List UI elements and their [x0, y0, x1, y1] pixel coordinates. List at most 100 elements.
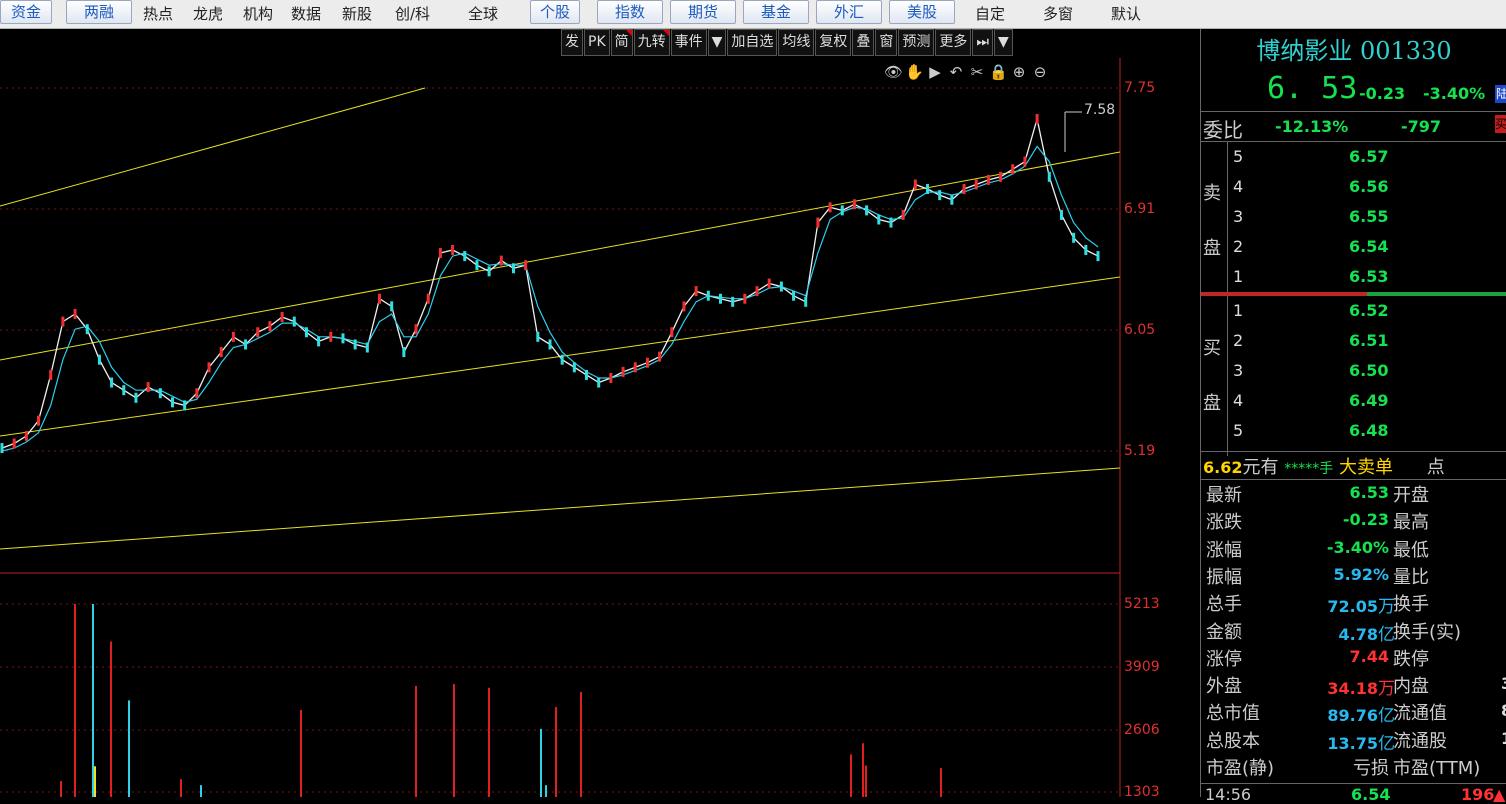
- nav-16[interactable]: 多窗: [1043, 3, 1073, 25]
- quote-label: 开盘: [1393, 485, 1429, 506]
- volume-bar: [850, 754, 852, 797]
- candle: [974, 179, 978, 190]
- nav-15[interactable]: 自定: [975, 3, 1005, 25]
- asks-row[interactable]: 5 6.57: [1201, 147, 1506, 177]
- sell-bar: [1201, 292, 1367, 296]
- quote-number: 6.53: [1349, 483, 1389, 502]
- nav-12[interactable]: 基金: [743, 0, 809, 24]
- quote-label: 金额: [1206, 621, 1242, 643]
- candle: [231, 331, 235, 342]
- toolbar-item-12[interactable]: 更多: [935, 29, 972, 56]
- volume-bar: [128, 700, 130, 797]
- nav-9[interactable]: 个股: [530, 0, 580, 24]
- candle: [792, 290, 796, 301]
- toolbar-item-3[interactable]: 九转: [633, 29, 670, 56]
- quote-value-right: 8: [1501, 701, 1506, 720]
- candle: [426, 293, 430, 304]
- high-price-tag: 7.58: [1084, 102, 1116, 118]
- candle: [1035, 113, 1039, 124]
- toolbar-item-14[interactable]: ▼: [994, 29, 1013, 56]
- candle: [1096, 251, 1100, 262]
- nav-8[interactable]: 全球: [468, 3, 498, 25]
- toolbar-item-13[interactable]: ⏭: [972, 29, 994, 56]
- volume-bar: [453, 684, 455, 797]
- quote-value-right: 3: [1501, 674, 1506, 693]
- candle: [365, 342, 369, 353]
- nav-6[interactable]: 新股: [342, 3, 372, 25]
- quote-number: 34.18: [1327, 679, 1378, 699]
- big-order-stars: *****手: [1284, 461, 1334, 477]
- weibi-label: 委比: [1203, 118, 1243, 142]
- toolbar-item-1[interactable]: PK: [584, 29, 610, 56]
- toolbar-item-0[interactable]: 发: [561, 29, 583, 56]
- stock-connect-icon[interactable]: 陆: [1495, 85, 1506, 103]
- toolbar-item-10[interactable]: 窗: [875, 29, 898, 56]
- nav-5[interactable]: 数据: [291, 3, 321, 25]
- toolbar-item-4[interactable]: 事件: [670, 29, 707, 56]
- price-series-1: [1, 145, 1099, 452]
- candle: [950, 194, 954, 205]
- trend-line: [0, 87, 426, 207]
- divider: [1201, 141, 1506, 142]
- quote-number: 4.78: [1338, 624, 1378, 644]
- candle: [913, 179, 917, 190]
- candle: [524, 260, 528, 271]
- quote-row: 振幅 5.92% 量比: [1201, 563, 1506, 590]
- nav-4[interactable]: 机构: [243, 3, 273, 25]
- kline-chart[interactable]: 7.75 6.91 6.05 5.19 5213 3909 2606 1303 …: [0, 58, 1200, 800]
- quote-label: 换手(实): [1393, 621, 1462, 643]
- nav-7[interactable]: 创/科: [395, 3, 430, 25]
- quote-label: 涨幅: [1206, 539, 1242, 561]
- candle: [926, 184, 930, 195]
- nav-10[interactable]: 指数: [597, 0, 663, 24]
- candle: [877, 214, 881, 225]
- candle: [292, 316, 296, 327]
- toolbar-item-6[interactable]: 加自选: [727, 29, 778, 56]
- nav-3[interactable]: 龙虎: [193, 3, 223, 25]
- quote-number: 13.75: [1327, 733, 1378, 753]
- asks-row[interactable]: 4 6.56: [1201, 177, 1506, 207]
- asks-row[interactable]: 3 6.55: [1201, 207, 1506, 237]
- candle: [548, 339, 552, 350]
- toolbar-item-11[interactable]: 预测: [898, 29, 935, 56]
- bids-row[interactable]: 1 6.52: [1201, 301, 1506, 331]
- buy-icon[interactable]: 买: [1495, 115, 1506, 133]
- bids-row[interactable]: 5 6.48: [1201, 421, 1506, 451]
- candle: [0, 443, 4, 454]
- bids-row[interactable]: 2 6.51: [1201, 331, 1506, 361]
- nav-13[interactable]: 外汇: [816, 0, 882, 24]
- candle: [755, 286, 759, 297]
- nav-14[interactable]: 美股: [889, 0, 955, 24]
- nav-17[interactable]: 默认: [1111, 3, 1141, 25]
- candle: [499, 255, 503, 266]
- nav-0[interactable]: 资金: [0, 0, 52, 24]
- candle: [438, 248, 442, 259]
- stock-title[interactable]: 博纳影业 001330: [1201, 31, 1506, 66]
- candle: [134, 392, 138, 403]
- candle: [609, 372, 613, 383]
- nav-1[interactable]: 两融: [66, 0, 132, 24]
- candle: [487, 266, 491, 277]
- toolbar-item-2[interactable]: 简: [610, 29, 633, 56]
- nav-2[interactable]: 热点: [143, 3, 173, 25]
- bids-price: 6.50: [1349, 361, 1389, 380]
- quote-row: 涨跌 -0.23 最高: [1201, 508, 1506, 535]
- quote-label: 总手: [1206, 594, 1242, 616]
- nav-11[interactable]: 期货: [670, 0, 736, 24]
- toolbar-item-7[interactable]: 均线: [778, 29, 815, 56]
- quote-row: 涨幅 -3.40% 最低: [1201, 536, 1506, 563]
- toolbar-item-9[interactable]: 叠: [852, 29, 875, 56]
- divider: [1201, 451, 1506, 452]
- asks-level: 1: [1233, 267, 1244, 286]
- last-price: 6. 53: [1267, 71, 1358, 106]
- candle: [475, 260, 479, 271]
- toolbar-item-8[interactable]: 复权: [815, 29, 852, 56]
- toolbar-item-5[interactable]: ▼: [707, 29, 727, 56]
- bids-row[interactable]: 4 6.49: [1201, 391, 1506, 421]
- bids-price: 6.52: [1349, 301, 1389, 320]
- bids-row[interactable]: 3 6.50: [1201, 361, 1506, 391]
- chart-canvas[interactable]: [0, 58, 1200, 797]
- volume-bar: [110, 641, 112, 797]
- asks-row[interactable]: 2 6.54: [1201, 237, 1506, 267]
- candle: [828, 202, 832, 213]
